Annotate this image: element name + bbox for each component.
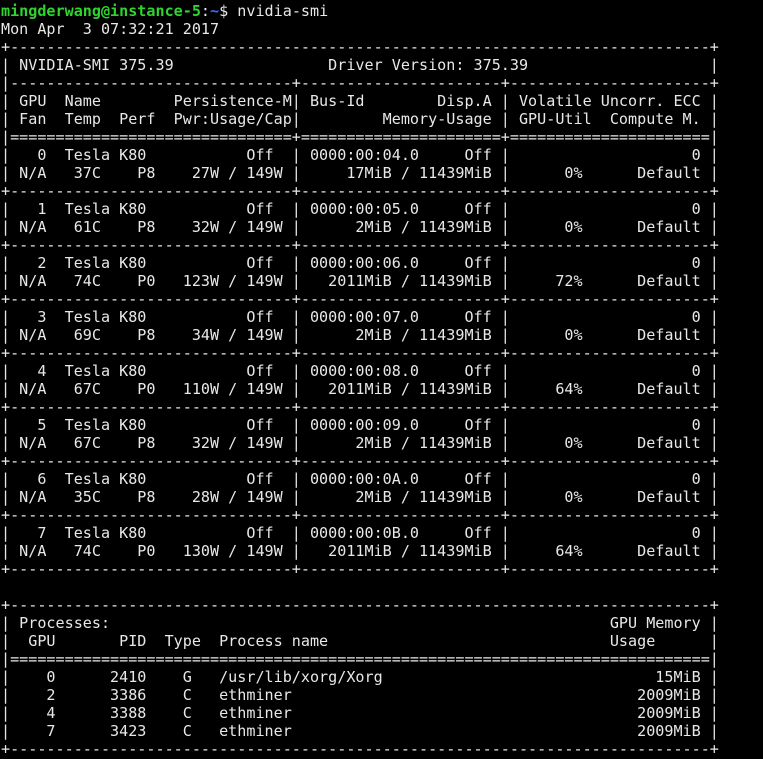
- output-line: +-------------------------------+-------…: [1, 452, 719, 470]
- output-line: |=======================================…: [1, 650, 719, 668]
- output-line: | N/A 35C P8 28W / 149W | 2MiB / 11439Mi…: [1, 488, 719, 506]
- output-line: | N/A 67C P8 32W / 149W | 2MiB / 11439Mi…: [1, 434, 719, 452]
- output-line: | Fan Temp Perf Pwr:Usage/Cap| Memory-Us…: [1, 110, 719, 128]
- command-prompt-line: mingderwang@instance-5:~$ nvidia-smi: [1, 2, 763, 20]
- output-line: | N/A 61C P8 32W / 149W | 2MiB / 11439Mi…: [1, 218, 719, 236]
- terminal-output: Mon Apr 3 07:32:21 2017 +----------------…: [1, 20, 763, 758]
- prompt-symbol: $: [219, 2, 238, 20]
- output-line: | 1 Tesla K80 Off | 0000:00:05.0 Off | 0…: [1, 200, 719, 218]
- output-line: | 0 Tesla K80 Off | 0000:00:04.0 Off | 0…: [1, 146, 719, 164]
- output-line: |-------------------------------+-------…: [1, 74, 719, 92]
- prompt-path: ~: [210, 2, 220, 20]
- terminal-window[interactable]: mingderwang@instance-5:~$ nvidia-smi Mon…: [0, 0, 763, 759]
- prompt-separator: :: [200, 2, 211, 20]
- output-line: +-------------------------------+-------…: [1, 344, 719, 362]
- output-line: | N/A 69C P8 34W / 149W | 2MiB / 11439Mi…: [1, 326, 719, 344]
- output-line: | N/A 74C P0 130W / 149W | 2011MiB / 114…: [1, 542, 719, 560]
- output-line: +---------------------------------------…: [1, 38, 719, 56]
- output-line: | 7 Tesla K80 Off | 0000:00:0B.0 Off | 0…: [1, 524, 719, 542]
- output-line: | N/A 74C P0 123W / 149W | 2011MiB / 114…: [1, 272, 719, 290]
- typed-command: nvidia-smi: [237, 2, 329, 20]
- output-line: | Processes: GPU Memory |: [1, 614, 719, 632]
- output-line: +-------------------------------+-------…: [1, 398, 719, 416]
- output-line: +-------------------------------+-------…: [1, 236, 719, 254]
- output-line: | 2 3386 C ethminer 2009MiB |: [1, 686, 719, 704]
- output-line: | 7 3423 C ethminer 2009MiB |: [1, 722, 719, 740]
- output-line: | 6 Tesla K80 Off | 0000:00:0A.0 Off | 0…: [1, 470, 719, 488]
- output-line: | 4 Tesla K80 Off | 0000:00:08.0 Off | 0…: [1, 362, 719, 380]
- output-line: | NVIDIA-SMI 375.39 Driver Version: 375.…: [1, 56, 719, 74]
- output-line: +---------------------------------------…: [1, 596, 719, 614]
- output-line: | N/A 37C P8 27W / 149W | 17MiB / 11439M…: [1, 164, 719, 182]
- output-line: +-------------------------------+-------…: [1, 290, 719, 308]
- output-line: | 3 Tesla K80 Off | 0000:00:07.0 Off | 0…: [1, 308, 719, 326]
- output-line: +---------------------------------------…: [1, 740, 719, 758]
- output-line: | 2 Tesla K80 Off | 0000:00:06.0 Off | 0…: [1, 254, 719, 272]
- output-line: Mon Apr 3 07:32:21 2017: [1, 20, 220, 38]
- output-line: | GPU Name Persistence-M| Bus-Id Disp.A …: [1, 92, 719, 110]
- output-line: | 5 Tesla K80 Off | 0000:00:09.0 Off | 0…: [1, 416, 719, 434]
- output-line: | 0 2410 G /usr/lib/xorg/Xorg 15MiB |: [1, 668, 719, 686]
- output-line: | GPU PID Type Process name Usage |: [1, 632, 719, 650]
- output-line: | N/A 67C P0 110W / 149W | 2011MiB / 114…: [1, 380, 719, 398]
- output-line: +-------------------------------+-------…: [1, 182, 719, 200]
- output-line: |===============================+=======…: [1, 128, 719, 146]
- prompt-user-host: mingderwang@instance-5: [1, 2, 201, 20]
- output-line: | 4 3388 C ethminer 2009MiB |: [1, 704, 719, 722]
- output-line: +-------------------------------+-------…: [1, 506, 719, 524]
- output-line: +-------------------------------+-------…: [1, 560, 719, 578]
